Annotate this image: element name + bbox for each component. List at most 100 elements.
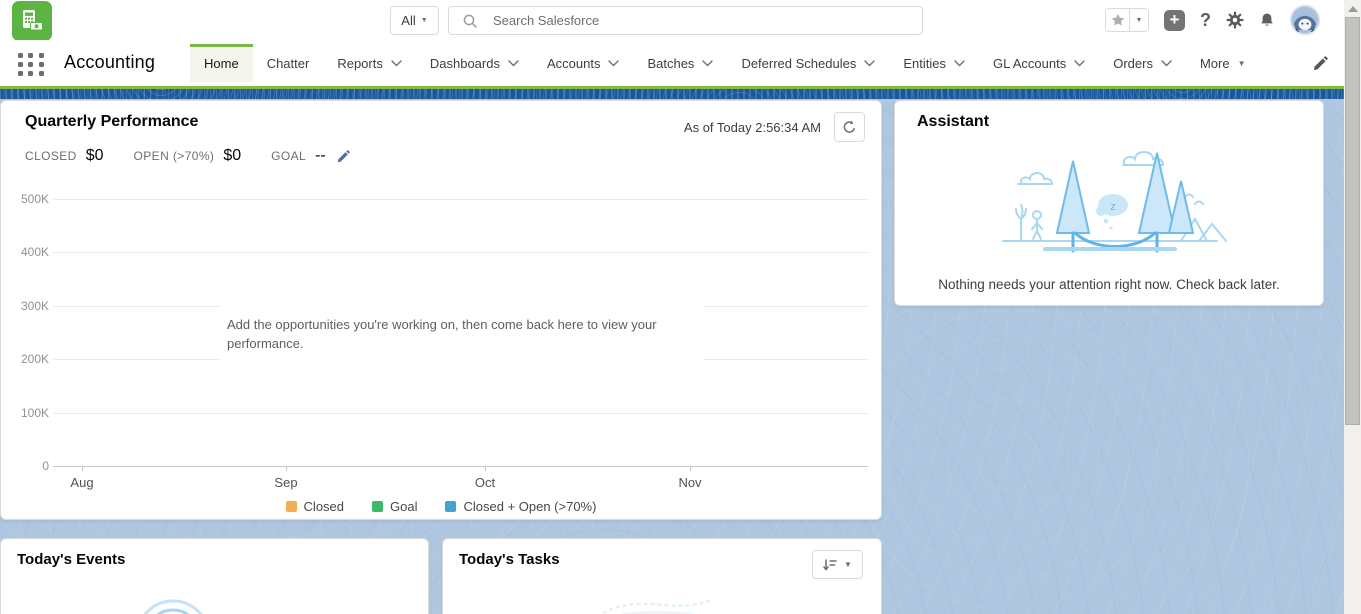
home-content: Quarterly Performance As of Today 2:56:3… [0,99,1344,614]
x-axis-tick-label: Aug [47,475,117,490]
task-sort-button[interactable]: ▼ [812,550,863,579]
app-launcher-button[interactable] [18,53,45,77]
y-axis-tick-label: 0 [7,459,49,473]
card-title: Quarterly Performance [25,113,198,131]
performance-chart: 500K400K300K200K100K0AugSepOctNov Add th… [1,189,881,519]
salesforce-home-screen: All ▼ ▼ + [0,0,1361,614]
legend-label: Closed + Open (>70%) [463,499,596,514]
as-of-timestamp: As of Today 2:56:34 AM [684,120,821,135]
theme-banner [0,89,1344,99]
tab-chatter[interactable]: Chatter [253,44,324,82]
tab-dashboards[interactable]: Dashboards [416,44,533,82]
chevron-down-icon [1074,60,1085,67]
legend-item-closed: Closed [286,499,344,514]
setup-button[interactable] [1226,11,1244,29]
pencil-icon [337,150,350,163]
avatar-astro-icon [1290,5,1320,35]
x-axis-tick [286,466,287,471]
x-axis-tick [690,466,691,471]
refresh-icon [842,120,857,135]
todays-events-card: Today's Events [0,538,429,614]
gridline [53,413,868,414]
tab-label: More [1200,56,1230,71]
todays-tasks-card: Today's Tasks ▼ [442,538,882,614]
avatar[interactable] [1290,5,1320,35]
tab-more[interactable]: More ▼ [1186,44,1260,82]
metric-label: CLOSED [25,149,77,163]
y-axis-tick-label: 300K [7,299,49,313]
chevron-down-icon: ▼ [1136,17,1143,24]
tab-deferred-schedules[interactable]: Deferred Schedules [727,44,889,82]
search-scope-button[interactable]: All ▼ [390,6,439,35]
scrollbar-thumb[interactable] [1345,17,1360,425]
tab-entities[interactable]: Entities [889,44,979,82]
card-title: Assistant [917,113,989,131]
refresh-button[interactable] [834,112,865,142]
global-search: All ▼ [390,6,923,35]
gridline [53,252,868,253]
assistant-message: Nothing needs your attention right now. … [895,277,1323,292]
chevron-down-icon [391,60,402,67]
gear-icon [1226,11,1244,29]
nav-tabs: HomeChatter Reports Dashboards Accounts Batc… [190,44,1260,82]
sort-icon [823,558,837,572]
star-icon [1111,13,1125,27]
bell-icon [1259,12,1275,29]
tab-label: Accounts [547,56,600,71]
search-box[interactable] [448,6,923,35]
notifications-button[interactable] [1259,12,1275,29]
x-axis-tick-label: Nov [655,475,725,490]
metric-goal: GOAL -- [271,147,350,165]
app-name: Accounting [64,52,155,73]
metric-value: $0 [86,147,104,165]
assistant-card: Assistant [894,100,1324,306]
x-axis-line [53,466,868,467]
metric-value: -- [315,147,326,165]
app-logo [12,1,52,41]
tab-gl-accounts[interactable]: GL Accounts [979,44,1099,82]
tab-label: Batches [647,56,694,71]
tab-batches[interactable]: Batches [633,44,727,82]
favorites-button[interactable] [1105,8,1130,32]
global-actions-button[interactable]: + [1164,10,1185,31]
metric-label: GOAL [271,149,306,163]
chevron-down-icon [954,60,965,67]
tab-home[interactable]: Home [190,44,253,82]
tab-label: Orders [1113,56,1153,71]
scroll-up-arrow-icon[interactable] [1348,6,1358,12]
gridline [53,199,868,200]
calculator-logo-icon [18,7,46,35]
metric-label: OPEN (>70%) [134,149,215,163]
tasks-illustration [598,597,718,614]
search-input[interactable] [493,13,922,28]
edit-nav-button[interactable] [1313,56,1328,76]
tab-label: GL Accounts [993,56,1066,71]
edit-goal-button[interactable] [337,150,350,163]
metric-value: $0 [223,147,241,165]
y-axis-tick-label: 100K [7,406,49,420]
page-scrollbar[interactable] [1344,0,1361,614]
chevron-down-icon [1161,60,1172,67]
metric-closed: CLOSED $0 [25,147,104,165]
chart-legend: ClosedGoalClosed + Open (>70%) [1,499,881,514]
favorites-list-button[interactable]: ▼ [1130,8,1149,32]
x-axis-tick [485,466,486,471]
global-header: All ▼ ▼ + [0,0,1344,40]
chevron-down-icon: ▼ [1238,59,1246,68]
tab-label: Deferred Schedules [741,56,856,71]
tab-orders[interactable]: Orders [1099,44,1186,82]
x-axis-tick-label: Sep [251,475,321,490]
help-button[interactable]: ? [1200,10,1211,31]
tab-accounts[interactable]: Accounts [533,44,633,82]
favorites-group: ▼ [1105,8,1149,32]
chevron-down-icon [864,60,875,67]
search-icon [463,14,477,28]
legend-swatch [372,501,383,512]
tab-label: Reports [337,56,383,71]
search-scope-label: All [401,13,415,28]
tab-reports[interactable]: Reports [323,44,416,82]
tab-label: Entities [903,56,946,71]
y-axis-tick-label: 200K [7,352,49,366]
performance-metrics: CLOSED $0 OPEN (>70%) $0 GOAL -- [25,147,350,165]
assistant-illustration: z [985,141,1235,271]
